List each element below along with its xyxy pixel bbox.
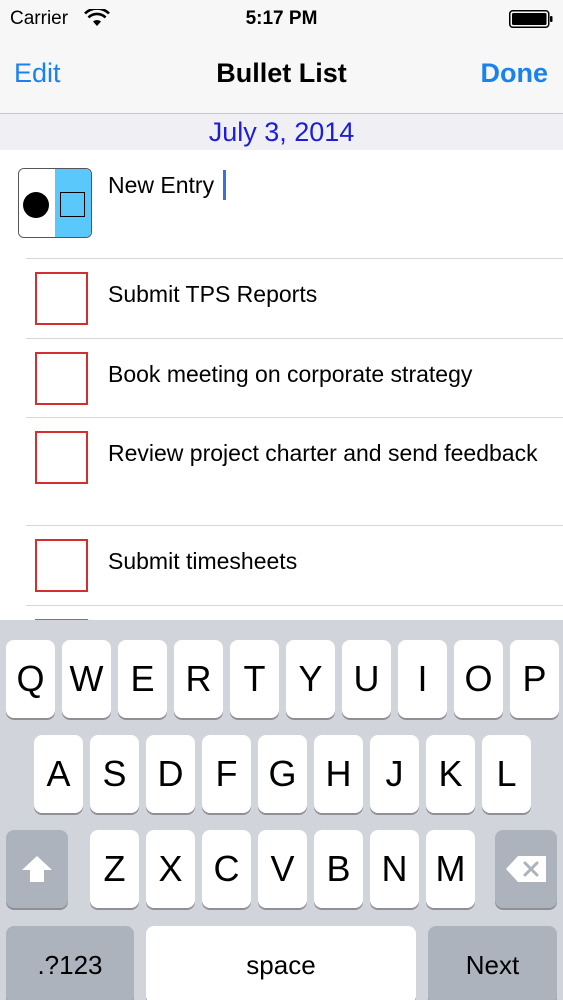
bullet-dot-icon xyxy=(23,192,49,218)
new-entry-row xyxy=(0,150,563,258)
shift-arrow-icon xyxy=(22,856,52,882)
key-q[interactable]: Q xyxy=(6,640,55,718)
key-k[interactable]: K xyxy=(426,735,475,813)
entry-type-toggle[interactable] xyxy=(18,168,92,238)
space-key[interactable]: space xyxy=(146,926,416,1000)
key-n[interactable]: N xyxy=(370,830,419,908)
key-f[interactable]: F xyxy=(202,735,251,813)
key-g[interactable]: G xyxy=(258,735,307,813)
key-v[interactable]: V xyxy=(258,830,307,908)
backspace-icon xyxy=(506,856,546,882)
key-t[interactable]: T xyxy=(230,640,279,718)
numbers-key[interactable]: .?123 xyxy=(6,926,134,1000)
key-l[interactable]: L xyxy=(482,735,531,813)
key-y[interactable]: Y xyxy=(286,640,335,718)
page-title: Bullet List xyxy=(216,58,347,88)
key-w[interactable]: W xyxy=(62,640,111,718)
key-u[interactable]: U xyxy=(342,640,391,718)
delete-key[interactable] xyxy=(495,830,557,908)
task-row[interactable]: Submit timesheets xyxy=(26,525,563,605)
key-s[interactable]: S xyxy=(90,735,139,813)
task-checkbox[interactable] xyxy=(35,431,88,484)
date-section-header: July 3, 2014 xyxy=(0,114,563,150)
task-type-option[interactable] xyxy=(55,169,91,237)
bullet-type-option[interactable] xyxy=(19,169,55,237)
task-list: Submit TPS Reports Book meeting on corpo… xyxy=(0,258,563,672)
navigation-bar: Edit Bullet List Done xyxy=(0,38,563,114)
status-time: 5:17 PM xyxy=(245,8,318,29)
key-o[interactable]: O xyxy=(454,640,503,718)
new-entry-input[interactable] xyxy=(108,172,548,199)
text-cursor xyxy=(223,170,226,200)
key-z[interactable]: Z xyxy=(90,830,139,908)
key-h[interactable]: H xyxy=(314,735,363,813)
key-j[interactable]: J xyxy=(370,735,419,813)
task-text: Submit timesheets xyxy=(108,548,298,574)
key-c[interactable]: C xyxy=(202,830,251,908)
key-d[interactable]: D xyxy=(146,735,195,813)
done-button[interactable]: Done xyxy=(481,58,549,89)
task-row[interactable]: Review project charter and send feedback xyxy=(26,417,563,525)
task-text: Submit TPS Reports xyxy=(108,281,318,307)
key-b[interactable]: B xyxy=(314,830,363,908)
on-screen-keyboard: Q W E R T Y U I O P A S D F G H J K L Z … xyxy=(0,620,563,1000)
shift-key[interactable] xyxy=(6,830,68,908)
task-row[interactable]: Book meeting on corporate strategy xyxy=(26,338,563,417)
task-checkbox[interactable] xyxy=(35,352,88,405)
task-square-icon xyxy=(60,192,85,217)
task-text: Book meeting on corporate strategy xyxy=(108,361,473,387)
task-checkbox[interactable] xyxy=(35,539,88,592)
task-checkbox[interactable] xyxy=(35,272,88,325)
battery-icon xyxy=(509,10,553,28)
key-x[interactable]: X xyxy=(146,830,195,908)
next-key[interactable]: Next xyxy=(428,926,557,1000)
status-bar: Carrier 5:17 PM xyxy=(0,0,563,38)
key-m[interactable]: M xyxy=(426,830,475,908)
key-e[interactable]: E xyxy=(118,640,167,718)
task-row[interactable]: Submit TPS Reports xyxy=(26,258,563,338)
key-i[interactable]: I xyxy=(398,640,447,718)
task-text: Review project charter and send feedback xyxy=(108,440,538,466)
key-a[interactable]: A xyxy=(34,735,83,813)
key-p[interactable]: P xyxy=(510,640,559,718)
key-r[interactable]: R xyxy=(174,640,223,718)
